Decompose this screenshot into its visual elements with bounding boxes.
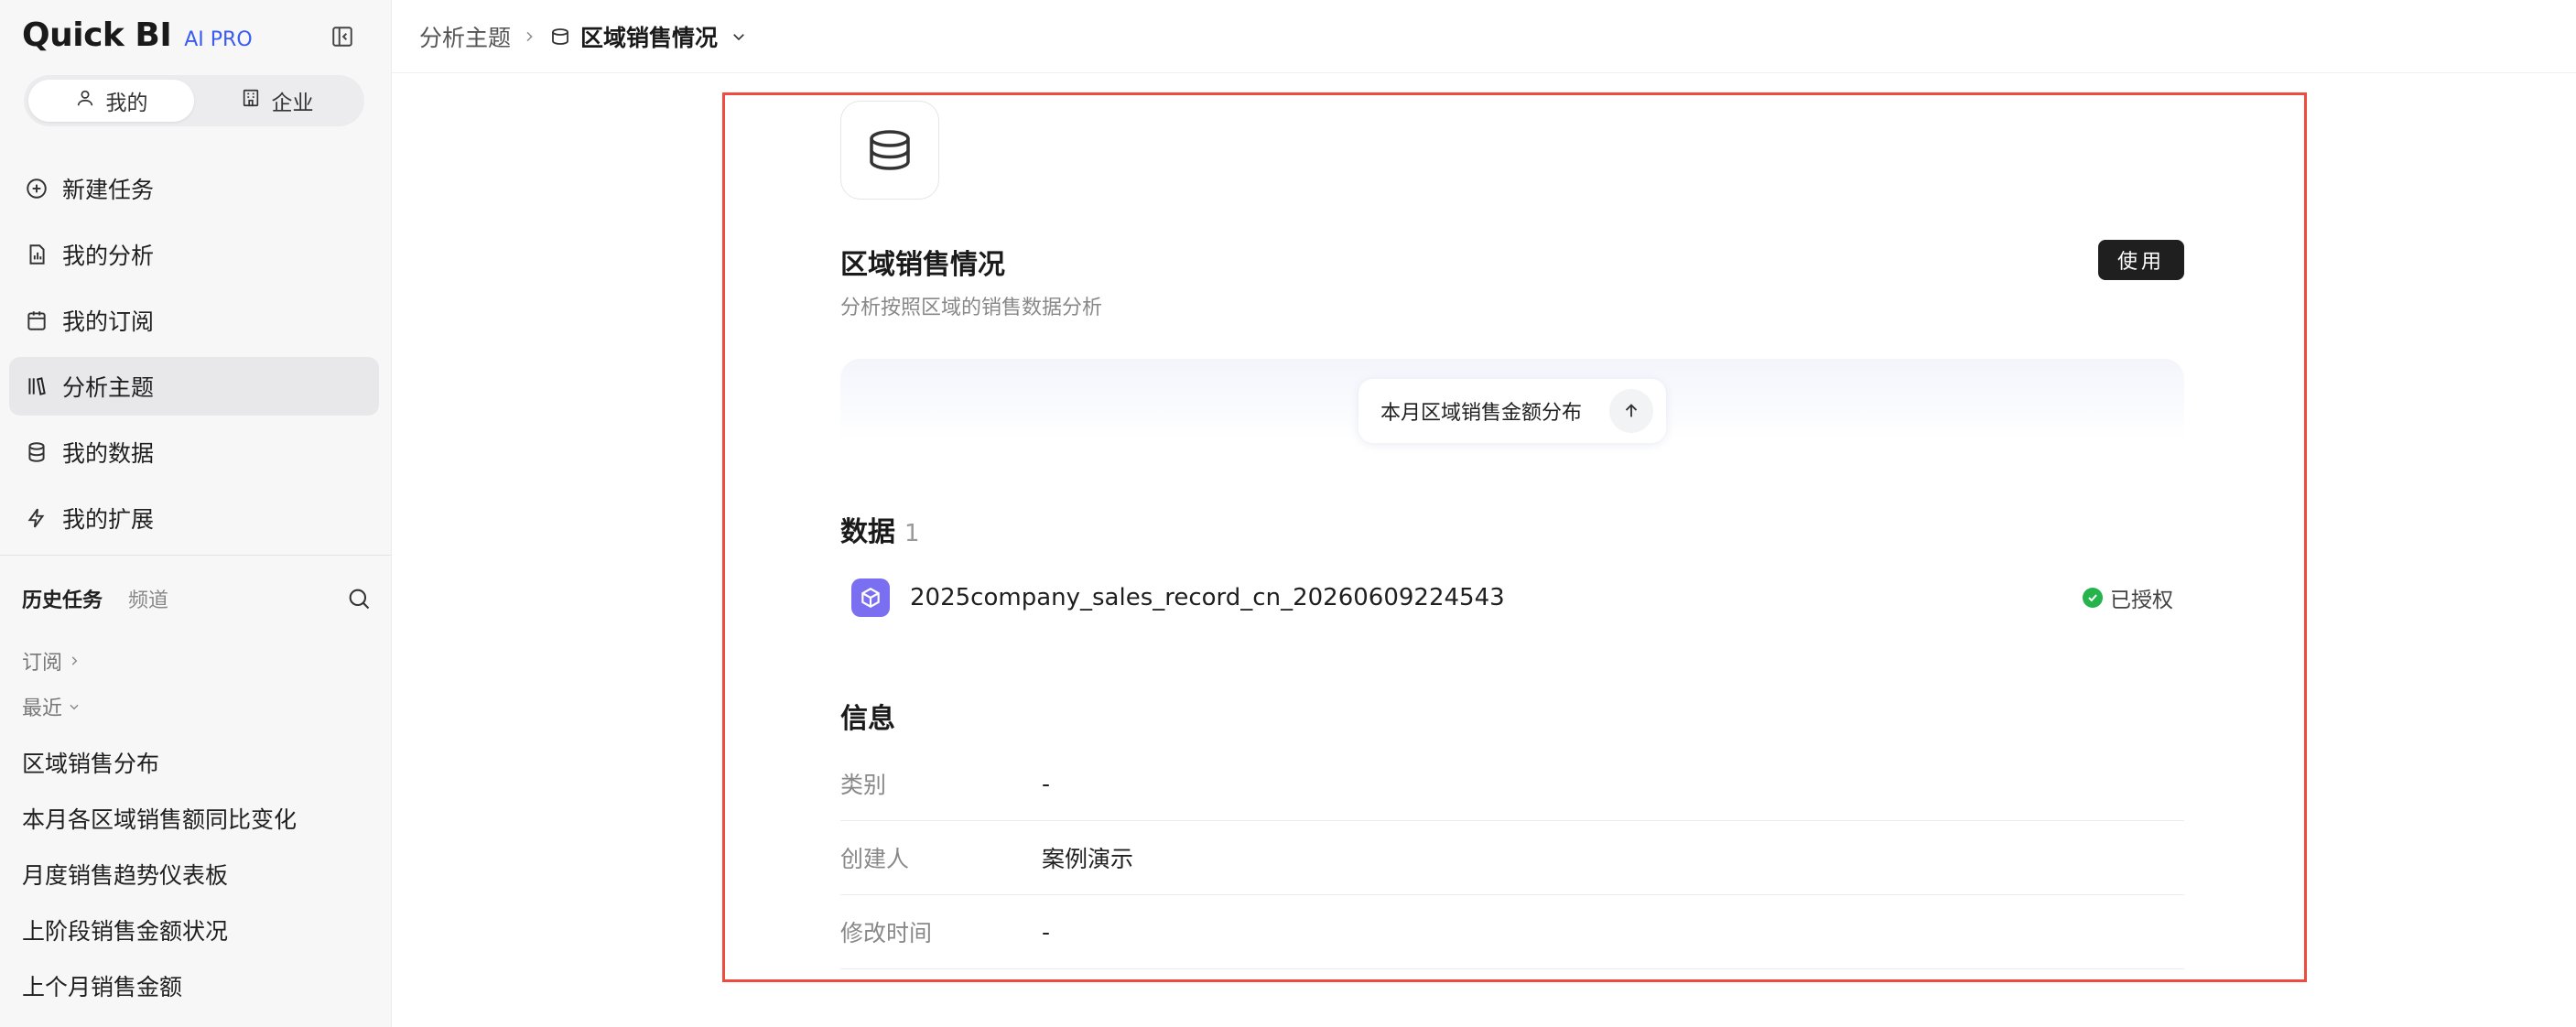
breadcrumb-parent[interactable]: 分析主题 <box>419 20 511 53</box>
info-table: 类别 - 创建人 案例演示 修改时间 - <box>840 747 2184 969</box>
lightning-icon <box>24 505 49 531</box>
database-icon <box>24 439 49 465</box>
suggestion-text: 本月区域销售金额分布 <box>1380 402 1583 425</box>
chevron-down-icon <box>68 696 81 719</box>
recent-group-label: 最近 <box>22 697 63 720</box>
calendar-icon <box>24 308 49 333</box>
info-value: 案例演示 <box>1042 846 1134 872</box>
nav-item-label: 我的分析 <box>62 243 155 269</box>
data-section-title: 数据 1 <box>840 509 920 549</box>
info-section-title: 信息 <box>840 696 895 736</box>
list-item[interactable]: 本月各区域销售额同比变化 <box>22 790 379 846</box>
scope-switch: 我的 企业 <box>24 75 364 126</box>
list-item[interactable]: 月度销售趋势仪表板 <box>22 846 379 902</box>
info-row-modified-time: 修改时间 - <box>840 895 2184 969</box>
info-key: 创建人 <box>840 846 910 872</box>
dataset-name: 2025company_sales_record_cn_202606092245… <box>910 584 1505 611</box>
breadcrumb-current: 区域销售情况 <box>580 24 719 51</box>
brand-logo[interactable]: Quick BI AI PRO <box>22 16 253 54</box>
topic-description: 分析按照区域的销售数据分析 <box>840 297 1103 319</box>
sidebar: Quick BI AI PRO 我的 企业 新建任务 我的分析 我的订阅 分析主… <box>0 0 392 1027</box>
subscribe-group-label: 订阅 <box>22 652 63 675</box>
plus-circle-icon <box>24 176 49 201</box>
list-item[interactable]: 区域销售分布 <box>22 734 379 790</box>
info-value: - <box>1042 770 1051 797</box>
scope-mine-tab[interactable]: 我的 <box>28 80 194 122</box>
nav-item-label: 我的订阅 <box>62 308 155 335</box>
scope-enterprise-tab[interactable]: 企业 <box>194 80 360 122</box>
suggestion-chip[interactable]: 本月区域销售金额分布 <box>1358 379 1666 443</box>
info-key: 修改时间 <box>840 920 933 946</box>
scope-enterprise-label: 企业 <box>271 92 314 115</box>
status-text: 已授权 <box>2110 589 2173 612</box>
list-item[interactable]: 上个月销售金额 <box>22 957 379 1013</box>
recent-list: 区域销售分布 本月各区域销售额同比变化 月度销售趋势仪表板 上阶段销售金额状况 … <box>22 734 379 1013</box>
building-icon <box>241 88 261 114</box>
page-title: 区域销售情况 <box>840 249 1005 281</box>
data-section-label: 数据 <box>840 516 895 548</box>
data-section-count: 1 <box>904 520 920 547</box>
chevron-down-icon[interactable] <box>731 28 747 45</box>
library-icon <box>24 373 49 399</box>
nav-item-label: 我的扩展 <box>62 506 155 533</box>
status-badge: 已授权 <box>2083 582 2173 613</box>
nav-item-my-subscriptions[interactable]: 我的订阅 <box>9 291 379 350</box>
user-icon <box>75 88 95 114</box>
chevron-right-icon <box>68 650 81 673</box>
dataset-row[interactable]: 2025company_sales_record_cn_202606092245… <box>851 578 2173 617</box>
list-item[interactable]: 上阶段销售金额状况 <box>22 902 379 957</box>
database-icon <box>840 101 939 200</box>
info-key: 类别 <box>840 772 887 798</box>
database-icon <box>547 24 573 49</box>
nav-item-label: 我的数据 <box>62 440 155 467</box>
chevron-right-icon <box>522 29 536 44</box>
search-icon[interactable] <box>344 584 373 613</box>
scope-mine-label: 我的 <box>105 92 148 115</box>
info-section-label: 信息 <box>840 703 895 735</box>
arrow-up-icon[interactable] <box>1609 389 1653 433</box>
sidebar-divider <box>0 555 392 556</box>
dataset-cube-icon <box>851 578 890 617</box>
info-value: - <box>1042 918 1051 946</box>
nav-item-label: 新建任务 <box>62 177 155 203</box>
history-header: 历史任务 频道 <box>22 582 373 615</box>
chart-doc-icon <box>24 242 49 267</box>
nav-item-my-analysis[interactable]: 我的分析 <box>9 225 379 284</box>
brand-tag: AI PRO <box>184 28 253 51</box>
tab-channels[interactable]: 频道 <box>128 584 168 613</box>
subscribe-group-toggle[interactable]: 订阅 <box>22 646 81 676</box>
recent-group-toggle[interactable]: 最近 <box>22 692 81 721</box>
info-row-category: 类别 - <box>840 747 2184 821</box>
tab-history-tasks[interactable]: 历史任务 <box>22 584 103 613</box>
nav-item-my-data[interactable]: 我的数据 <box>9 423 379 481</box>
collapse-sidebar-icon[interactable] <box>328 22 357 51</box>
brand-name: Quick BI <box>22 16 172 54</box>
main-nav: 新建任务 我的分析 我的订阅 分析主题 我的数据 我的扩展 <box>9 159 379 555</box>
nav-item-new-task[interactable]: 新建任务 <box>9 159 379 218</box>
use-button[interactable]: 使用 <box>2098 240 2184 280</box>
check-circle-icon <box>2083 588 2103 608</box>
nav-item-my-extensions[interactable]: 我的扩展 <box>9 489 379 547</box>
breadcrumb: 分析主题 区域销售情况 <box>392 0 2576 73</box>
nav-item-label: 分析主题 <box>62 374 155 401</box>
info-row-creator: 创建人 案例演示 <box>840 821 2184 895</box>
nav-item-analysis-topics[interactable]: 分析主题 <box>9 357 379 416</box>
